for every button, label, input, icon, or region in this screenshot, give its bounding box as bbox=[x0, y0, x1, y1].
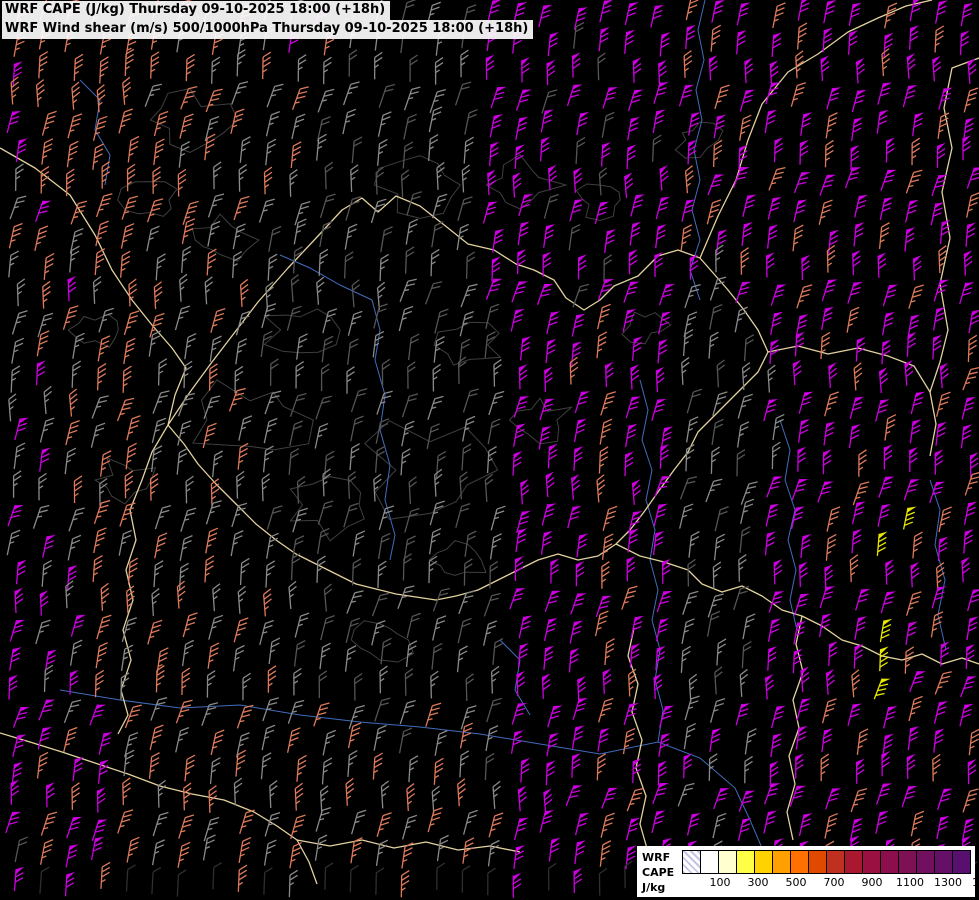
legend-label: 1100 bbox=[896, 876, 924, 889]
legend-title-line: WRF bbox=[642, 850, 682, 865]
legend-swatch bbox=[898, 850, 917, 874]
legend-label: 500 bbox=[786, 876, 807, 889]
legend-swatch-row bbox=[682, 850, 970, 874]
legend-title-line: CAPE bbox=[642, 865, 682, 880]
legend-label: 900 bbox=[862, 876, 883, 889]
legend-swatch bbox=[880, 850, 899, 874]
legend-label: 100 bbox=[710, 876, 731, 889]
legend-swatch bbox=[682, 850, 701, 874]
weather-map-screen: WRF CAPE (J/kg) Thursday 09-10-2025 18:0… bbox=[0, 0, 979, 900]
cape-legend: WRF CAPE J/kg 10030050070090011001300150… bbox=[637, 846, 975, 897]
legend-label: 1500 bbox=[972, 876, 979, 889]
legend-swatch bbox=[844, 850, 863, 874]
legend-swatch bbox=[718, 850, 737, 874]
legend-swatch bbox=[736, 850, 755, 874]
legend-swatch bbox=[808, 850, 827, 874]
legend-label: 700 bbox=[824, 876, 845, 889]
legend-title: WRF CAPE J/kg bbox=[642, 850, 682, 895]
legend-swatch bbox=[772, 850, 791, 874]
legend-swatch bbox=[700, 850, 719, 874]
legend-title-line: J/kg bbox=[642, 880, 682, 895]
map-canvas bbox=[0, 0, 979, 900]
legend-swatch bbox=[952, 850, 971, 874]
map-title-shear: WRF Wind shear (m/s) 500/1000hPa Thursda… bbox=[2, 20, 533, 39]
legend-label-row: 100300500700900110013001500 bbox=[682, 874, 970, 889]
legend-swatch bbox=[826, 850, 845, 874]
legend-label: 1300 bbox=[934, 876, 962, 889]
legend-label: 300 bbox=[748, 876, 769, 889]
legend-swatch bbox=[754, 850, 773, 874]
legend-swatch bbox=[790, 850, 809, 874]
legend-swatch bbox=[862, 850, 881, 874]
legend-swatch bbox=[934, 850, 953, 874]
legend-scale: 100300500700900110013001500 bbox=[682, 850, 970, 889]
legend-swatch bbox=[916, 850, 935, 874]
map-title-cape: WRF CAPE (J/kg) Thursday 09-10-2025 18:0… bbox=[2, 1, 390, 20]
